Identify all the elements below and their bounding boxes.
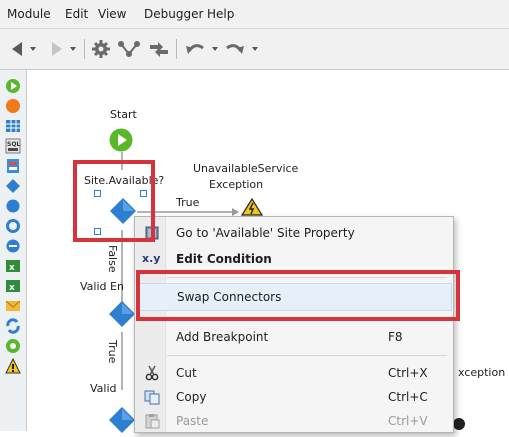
menu-item-shortcut: Ctrl+V — [388, 414, 428, 428]
paste-icon — [144, 413, 160, 429]
exception-label-line2: Exception — [209, 178, 264, 191]
table-icon[interactable] — [5, 118, 21, 134]
valid-node-label: Valid En — [80, 280, 124, 293]
if-node-label: Site.Available? — [84, 174, 165, 187]
forward-arrow-icon[interactable] — [50, 39, 64, 59]
split-arrows-icon[interactable] — [148, 39, 170, 59]
start-node-icon[interactable] — [109, 128, 133, 152]
context-menu: Go to 'Available' Site Property x.y Edit… — [134, 216, 454, 433]
records-icon[interactable] — [5, 158, 21, 174]
menu-item-shortcut: Ctrl+C — [388, 390, 428, 404]
if-icon[interactable] — [5, 178, 21, 194]
menu-item-edit-condition[interactable]: x.y Edit Condition — [136, 245, 452, 273]
toolbar-separator — [84, 39, 85, 59]
menu-separator — [167, 355, 447, 356]
true-connector-label-2: True — [106, 340, 119, 364]
menu-item-label: Cut — [176, 366, 197, 380]
valid-node-icon-2[interactable] — [108, 406, 136, 434]
scissors-icon — [144, 365, 160, 381]
menu-debugger[interactable]: Debugger — [144, 7, 203, 21]
exception-node-icon-2[interactable] — [452, 415, 466, 431]
toolbar — [0, 29, 509, 70]
svg-text:x: x — [9, 283, 15, 293]
valid-node-label-2: Valid — [90, 382, 117, 395]
menu-item-swap-connectors[interactable]: Swap Connectors — [136, 283, 452, 311]
redo-dropdown-icon[interactable] — [252, 47, 258, 51]
assign-excel-icon[interactable]: x — [5, 258, 21, 274]
end-icon[interactable] — [5, 98, 21, 114]
menu-bar: Module Edit View Debugger Help — [0, 0, 509, 29]
tool-palette: SQL x x — [0, 70, 27, 431]
valid-node-icon[interactable] — [108, 300, 136, 328]
undo-dropdown-icon[interactable] — [212, 47, 218, 51]
menu-item-label: Go to 'Available' Site Property — [176, 226, 355, 240]
exception-node-icon[interactable] — [240, 197, 264, 216]
sub-icon[interactable] — [5, 238, 21, 254]
warning-icon[interactable] — [5, 357, 21, 374]
foreach-icon[interactable] — [5, 198, 21, 214]
excel-icon[interactable]: x — [5, 278, 21, 294]
menu-item-shortcut: Ctrl+X — [388, 366, 428, 380]
menu-item-add-breakpoint[interactable]: Add Breakpoint F8 — [136, 323, 452, 351]
menu-item-label: Swap Connectors — [177, 290, 282, 304]
exception-label-line1: UnavailableService — [193, 162, 299, 175]
menu-item-label: Add Breakpoint — [176, 330, 269, 344]
menu-help[interactable]: Help — [207, 7, 234, 21]
email-icon[interactable] — [5, 298, 21, 314]
run-icon[interactable] — [5, 338, 21, 354]
cycle-icon[interactable] — [5, 218, 21, 234]
svg-text:SQL: SQL — [7, 141, 20, 148]
site-property-icon — [144, 225, 160, 241]
selection-handle[interactable] — [140, 190, 147, 197]
xy-icon: x.y — [142, 252, 161, 265]
back-dropdown-icon[interactable] — [30, 47, 36, 51]
if-node-icon[interactable] — [109, 197, 137, 225]
toolbar-separator — [176, 39, 177, 59]
exception-label-partial: xception — [458, 366, 506, 379]
forward-dropdown-icon[interactable] — [70, 47, 76, 51]
menu-edit[interactable]: Edit — [65, 7, 88, 21]
selection-handle[interactable] — [94, 190, 101, 197]
start-icon[interactable] — [5, 78, 21, 94]
copy-icon — [144, 389, 160, 405]
menu-view[interactable]: View — [98, 7, 126, 21]
menu-item-go-to-site-property[interactable]: Go to 'Available' Site Property — [136, 219, 452, 247]
refresh-icon[interactable] — [5, 318, 21, 334]
gear-icon[interactable] — [92, 39, 110, 59]
menu-separator — [167, 277, 447, 278]
true-connector-label: True — [176, 196, 200, 209]
sql-icon[interactable]: SQL — [5, 138, 21, 154]
back-arrow-icon[interactable] — [10, 39, 24, 59]
redo-icon[interactable] — [224, 39, 246, 59]
connector-icon[interactable] — [118, 39, 140, 59]
menu-item-label: Paste — [176, 414, 209, 428]
menu-item-label: Copy — [176, 390, 207, 404]
menu-separator — [167, 317, 447, 318]
menu-item-shortcut: F8 — [388, 330, 403, 344]
undo-icon[interactable] — [184, 39, 206, 59]
menu-module[interactable]: Module — [7, 7, 51, 21]
svg-text:x: x — [9, 263, 15, 273]
false-connector-label: False — [106, 245, 119, 273]
start-label: Start — [110, 108, 137, 121]
selection-handle[interactable] — [94, 228, 101, 235]
menu-item-label: Edit Condition — [176, 252, 272, 266]
